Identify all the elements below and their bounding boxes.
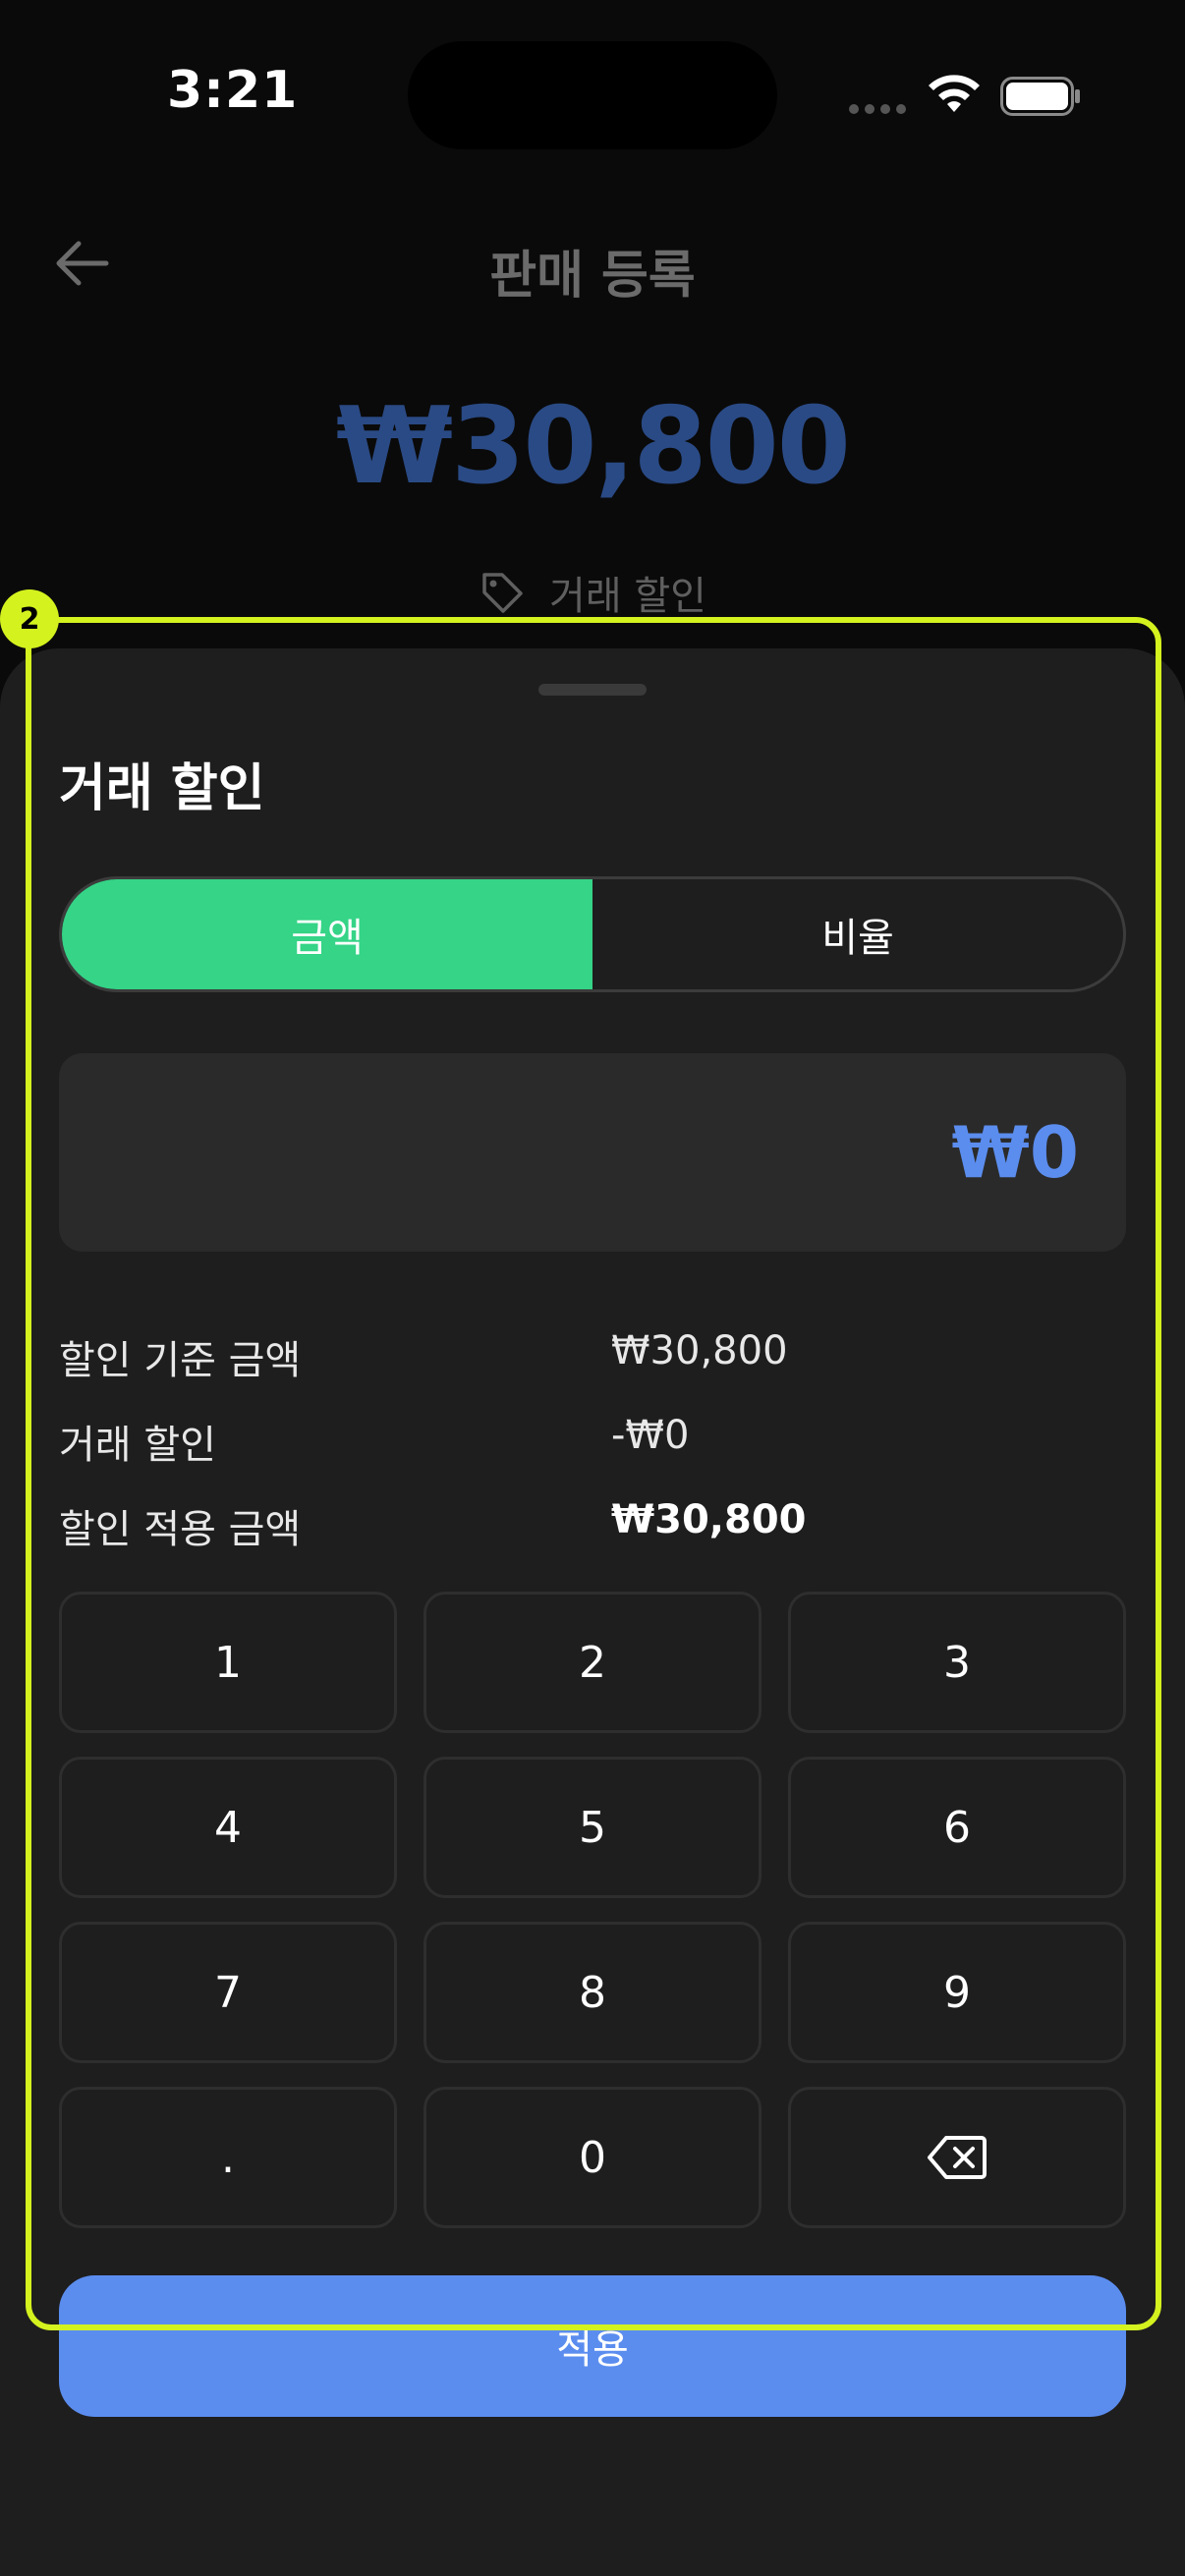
dynamic-island (408, 41, 777, 149)
annotation-badge: 2 (0, 589, 59, 648)
key-backspace[interactable] (788, 2087, 1126, 2228)
summary-label: 할인 적용 금액 (59, 1507, 302, 1552)
tab-percentage[interactable]: 비율 (592, 879, 1123, 989)
discount-summary: 할인 기준 금액 ₩30,800 거래 할인 -₩0 할인 적용 금액 ₩30,… (59, 1313, 1126, 1566)
discount-bottom-sheet: 거래 할인 금액 비율 ₩0 할인 기준 금액 ₩30,800 거래 할인 -₩… (0, 648, 1185, 2576)
numeric-keypad: 1 2 3 4 5 6 7 8 9 . 0 (59, 1592, 1126, 2228)
key-6[interactable]: 6 (788, 1757, 1126, 1898)
discount-amount-value: ₩0 (951, 1111, 1079, 1194)
summary-value: ₩30,800 (611, 1497, 807, 1542)
summary-row-base-amount: 할인 기준 금액 ₩30,800 (59, 1313, 1126, 1397)
key-9[interactable]: 9 (788, 1922, 1126, 2063)
discount-type-toggle: 금액 비율 (59, 876, 1126, 992)
key-3[interactable]: 3 (788, 1592, 1126, 1733)
screen: 3:21 판매 등록 ₩30,800 거래 할인 거래 할인 금액 비율 ₩0 (0, 0, 1185, 2576)
backspace-icon (928, 2136, 987, 2179)
page-title: 판매 등록 (489, 247, 696, 306)
summary-label: 할인 기준 금액 (59, 1338, 302, 1383)
status-time: 3:21 (167, 61, 299, 120)
summary-row-discount: 거래 할인 -₩0 (59, 1397, 1126, 1482)
key-8[interactable]: 8 (423, 1922, 762, 2063)
key-1[interactable]: 1 (59, 1592, 397, 1733)
tag-icon (482, 573, 523, 613)
summary-value: -₩0 (611, 1413, 690, 1458)
summary-label: 거래 할인 (59, 1423, 216, 1468)
signal-dots-icon (849, 104, 906, 114)
key-7[interactable]: 7 (59, 1922, 397, 2063)
summary-row-final-amount: 할인 적용 금액 ₩30,800 (59, 1482, 1126, 1566)
battery-icon (1000, 77, 1080, 116)
sheet-drag-handle[interactable] (538, 684, 647, 696)
summary-value: ₩30,800 (611, 1328, 788, 1373)
wifi-icon (929, 75, 980, 112)
key-5[interactable]: 5 (423, 1757, 762, 1898)
discount-amount-field[interactable]: ₩0 (59, 1053, 1126, 1252)
total-amount: ₩30,800 (336, 385, 851, 508)
key-4[interactable]: 4 (59, 1757, 397, 1898)
tab-amount[interactable]: 금액 (62, 879, 592, 989)
key-0[interactable]: 0 (423, 2087, 762, 2228)
sheet-title: 거래 할인 (59, 759, 265, 818)
discount-link-label: 거래 할인 (549, 574, 706, 619)
key-decimal[interactable]: . (59, 2087, 397, 2228)
key-2[interactable]: 2 (423, 1592, 762, 1733)
apply-button[interactable]: 적용 (59, 2275, 1126, 2417)
discount-link[interactable]: 거래 할인 (0, 564, 1185, 621)
